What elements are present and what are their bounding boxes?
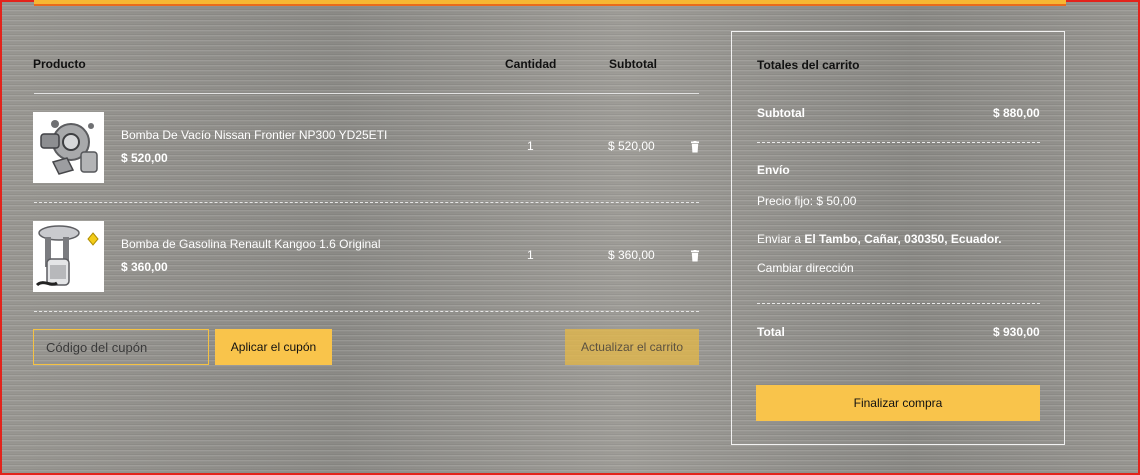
column-header-subtotal: Subtotal: [609, 57, 657, 71]
product-name-link[interactable]: Bomba De Vacío Nissan Frontier NP300 YD2…: [121, 128, 387, 142]
checkout-button[interactable]: Finalizar compra: [756, 385, 1040, 421]
product-price: $ 360,00: [121, 260, 168, 274]
column-header-product: Producto: [33, 57, 86, 71]
total-value: $ 930,00: [993, 325, 1040, 339]
line-subtotal: $ 520,00: [608, 139, 655, 153]
ship-to-prefix: Enviar a: [757, 232, 802, 246]
row-divider: [34, 311, 699, 312]
ship-to-address: El Tambo, Cañar, 030350, Ecuador.: [804, 232, 1002, 246]
shipping-flat-rate: Precio fijo: $ 50,00: [757, 194, 857, 208]
change-address-link[interactable]: Cambiar dirección: [757, 261, 854, 275]
fuel-pump-product-image: [33, 221, 104, 292]
update-cart-button[interactable]: Actualizar el carrito: [565, 329, 699, 365]
quantity-value[interactable]: 1: [527, 139, 534, 153]
shipping-label: Envío: [757, 163, 790, 177]
subtotal-value: $ 880,00: [993, 106, 1040, 120]
header-divider: [34, 93, 699, 94]
subtotal-label: Subtotal: [757, 106, 805, 120]
line-subtotal: $ 360,00: [608, 248, 655, 262]
coupon-code-input[interactable]: [33, 329, 209, 365]
ship-to-line: Enviar a El Tambo, Cañar, 030350, Ecuado…: [757, 232, 1002, 246]
trash-icon[interactable]: [690, 141, 700, 153]
top-accent-bar: [34, 0, 1066, 6]
totals-divider: [757, 142, 1040, 143]
trash-icon[interactable]: [690, 250, 700, 262]
apply-coupon-button[interactable]: Aplicar el cupón: [215, 329, 332, 365]
quantity-value[interactable]: 1: [527, 248, 534, 262]
product-image-fuel-pump[interactable]: [33, 221, 104, 292]
product-image-vacuum-pump[interactable]: [33, 112, 104, 183]
totals-divider: [757, 303, 1040, 304]
cart-totals-title: Totales del carrito: [757, 58, 860, 72]
vacuum-pump-product-image: [33, 112, 104, 183]
column-header-quantity: Cantidad: [505, 57, 557, 71]
total-label: Total: [757, 325, 785, 339]
row-divider: [34, 202, 699, 203]
product-price: $ 520,00: [121, 151, 168, 165]
product-name-link[interactable]: Bomba de Gasolina Renault Kangoo 1.6 Ori…: [121, 237, 381, 251]
